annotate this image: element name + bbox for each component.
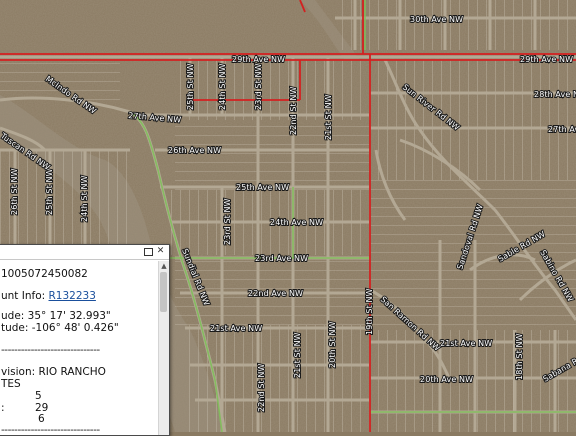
separator: ------------------------------ [1, 424, 100, 435]
account-link[interactable]: R132233 [49, 290, 96, 302]
road-label: 20th Ave NW [420, 375, 473, 384]
road-label: 19th St NW [365, 288, 374, 335]
unit-value: 5 [35, 390, 42, 402]
popup-titlebar[interactable]: ✕ [0, 245, 169, 260]
road-label: 23rd Ave NW [255, 254, 308, 263]
road-label: 21st St NW [324, 94, 333, 140]
road-label: 23rd St NW [223, 198, 232, 245]
road-label: 26th Ave NW [168, 146, 221, 155]
road-label: 27th Ave NW [548, 125, 576, 134]
road-label: 30th Ave NW [410, 15, 463, 24]
road-label: 24th St NW [218, 63, 227, 110]
road-label: 20th St NW [328, 321, 337, 368]
popup-scrollbar[interactable]: ▲ [158, 261, 169, 435]
road-label: 21st Ave NW [210, 324, 262, 333]
parcel-block [0, 150, 130, 250]
popup-content: 1005072450082 unt Info: R132233 ude: 35°… [0, 261, 159, 435]
scroll-thumb[interactable] [160, 272, 167, 312]
separator: ------------------------------ [1, 344, 100, 356]
parcel-block [180, 60, 370, 120]
close-icon[interactable]: ✕ [156, 247, 165, 256]
parcel-info-popup[interactable]: ✕ 1005072450082 unt Info: R132233 ude: 3… [0, 244, 170, 436]
road-label: 25th St NW [186, 63, 195, 110]
road-label: 18th St NW [515, 333, 524, 380]
road-label: 26th St NW [10, 168, 19, 215]
road-label: 22nd St NW [289, 86, 298, 135]
parcel-block [0, 60, 120, 100]
parcel-block [370, 60, 576, 180]
latitude: ude: 35° 17' 32.993" [1, 310, 111, 322]
parcel-id: 1005072450082 [1, 268, 88, 280]
road-label: 25th Ave NW [236, 183, 289, 192]
block-label: : [1, 402, 5, 414]
scroll-up-icon[interactable]: ▲ [160, 262, 168, 270]
account-label: unt Info: [1, 290, 49, 302]
maximize-icon[interactable] [144, 248, 153, 256]
subdivision: vision: RIO RANCHO [1, 366, 106, 378]
road-label: 22nd St NW [257, 363, 266, 412]
road-label: 25th St NW [45, 168, 54, 215]
road-label: 29th Ave NW [232, 55, 285, 64]
parcel-block [185, 325, 370, 432]
account-info: unt Info: R132233 [1, 290, 96, 302]
parcel-block [175, 120, 370, 190]
road-label: 24th Ave NW [270, 218, 323, 227]
road-label: 28th Ave NW [534, 90, 576, 99]
road-label: 21st St NW [293, 332, 302, 378]
parcel-block [335, 0, 576, 50]
road-label: 22nd Ave NW [248, 289, 303, 298]
road-label: 23rd St NW [254, 63, 263, 110]
road-label: 24th St NW [80, 175, 89, 222]
subdivision-cont: TES [1, 378, 21, 390]
longitude: tude: -106° 48' 0.426" [1, 322, 119, 334]
road-label: 29th Ave NW [520, 55, 573, 64]
road-label: 21st Ave NW [440, 339, 492, 348]
map-view[interactable]: 30th Ave NW 29th Ave NW 29th Ave NW 28th… [0, 0, 576, 432]
